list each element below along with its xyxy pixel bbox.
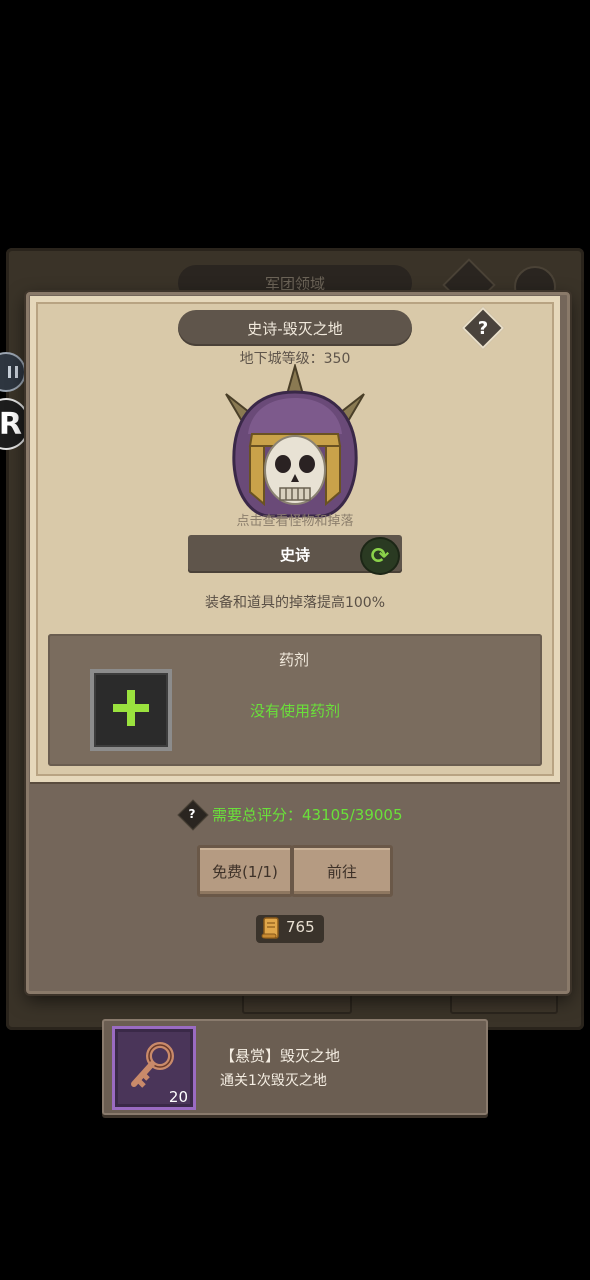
potion-status: 没有使用药剂: [249, 702, 340, 720]
potion-title: 药剂: [278, 651, 309, 669]
dungeon-title: 史诗-毁灭之地: [178, 310, 412, 346]
bounty-title: 【悬赏】毁灭之地: [220, 1047, 341, 1065]
skull-helmet-icon[interactable]: [220, 364, 370, 524]
click-hint: 点击查看怪物和掉落: [236, 514, 354, 529]
requirement-text: 需要总评分：43105/39005: [212, 806, 403, 824]
requirement-help-label[interactable]: ?: [182, 804, 202, 824]
r-icon: R: [0, 406, 22, 442]
refresh-button[interactable]: ⟳: [360, 537, 400, 575]
bounty-reward-count: 20: [168, 1088, 188, 1106]
refresh-icon: ⟳: [370, 543, 390, 569]
scroll-count: 765: [286, 918, 315, 936]
scroll-icon: [261, 917, 279, 939]
drop-boost-text: 装备和道具的掉落提高100%: [204, 595, 386, 611]
bounty-description: 通关1次毁灭之地: [220, 1073, 327, 1089]
key-icon: [131, 1042, 174, 1088]
help-button[interactable]: ?: [468, 313, 498, 343]
free-button[interactable]: 免费(1/1): [197, 845, 293, 897]
goto-button[interactable]: 前往: [291, 845, 393, 897]
plus-icon-bar: [113, 704, 149, 712]
pause-icon: [8, 366, 18, 378]
